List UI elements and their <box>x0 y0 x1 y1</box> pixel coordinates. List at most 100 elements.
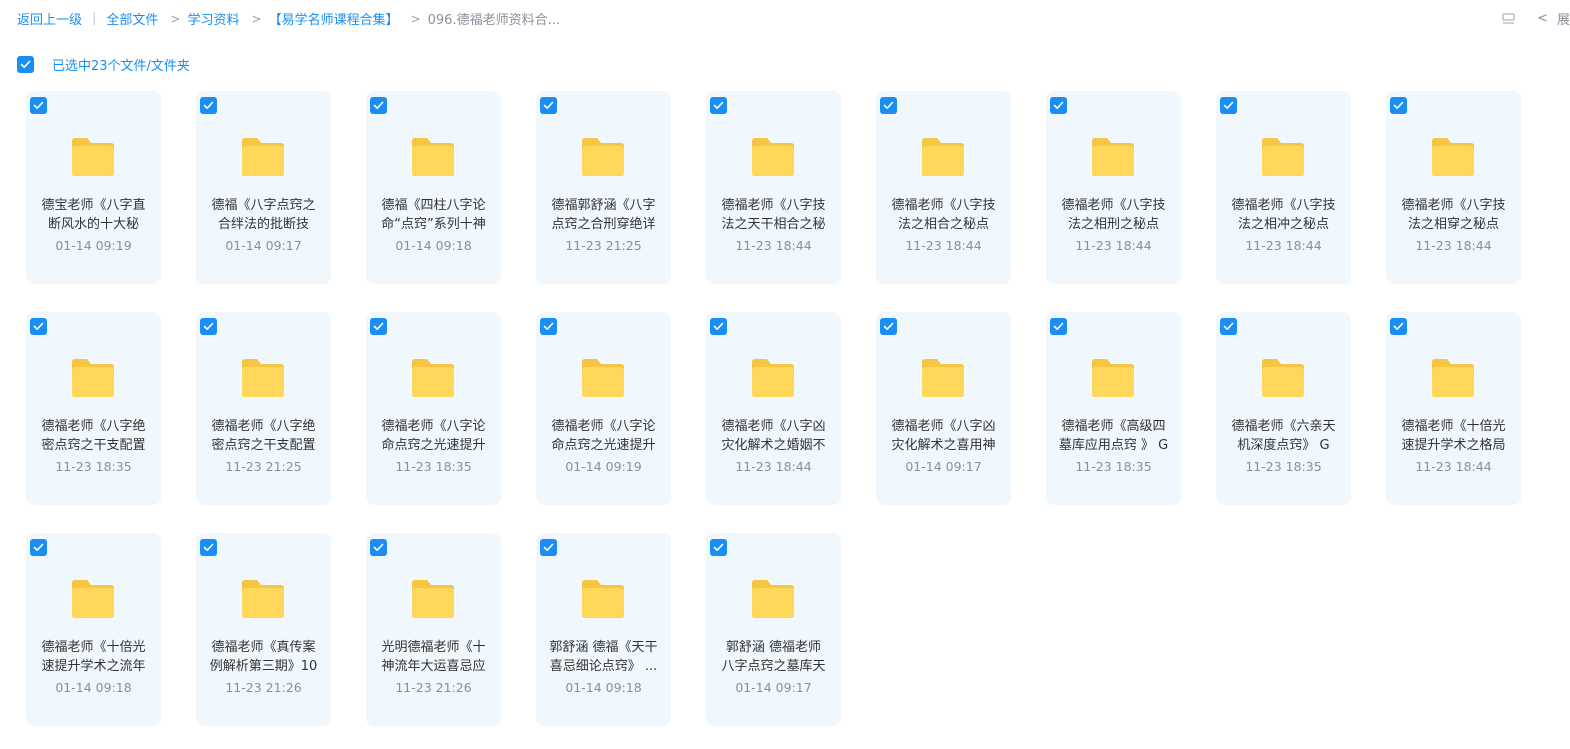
file-card[interactable]: 德宝老师《八字直断风水的十大秘 01-14 09:19 <box>26 91 161 284</box>
file-modified-time: 01-14 09:19 <box>565 459 642 474</box>
check-icon <box>373 543 384 551</box>
check-icon <box>1223 322 1234 330</box>
file-checkbox[interactable] <box>1390 318 1407 335</box>
file-name: 德福老师《八字凶灾化解术之喜用神 <box>891 419 996 453</box>
file-name: 德福老师《八字技法之相冲之秘点 <box>1231 198 1336 232</box>
file-checkbox[interactable] <box>200 539 217 556</box>
file-card[interactable]: 德福老师《高级四墓库应用点窍 》 G 11-23 18:35 <box>1046 312 1181 505</box>
file-card[interactable]: 德福老师《十倍光速提升学术之格局 11-23 18:44 <box>1386 312 1521 505</box>
select-all-row: 已选中23个文件/文件夹 <box>17 55 190 74</box>
folder-icon <box>752 580 794 618</box>
file-card[interactable]: 德福老师《八字绝密点窍之干支配置 11-23 18:35 <box>26 312 161 505</box>
folder-icon <box>242 359 284 397</box>
file-card[interactable]: 德福老师《八字技法之相穿之秘点 11-23 18:44 <box>1386 91 1521 284</box>
folder-icon <box>412 138 454 176</box>
folder-icon <box>72 359 114 397</box>
expand-label: 展 <box>1556 13 1570 28</box>
chevron-right-icon: > <box>410 11 421 26</box>
file-checkbox[interactable] <box>30 539 47 556</box>
breadcrumb-item-course-collection[interactable]: 【易学名师课程合集】 <box>269 9 399 28</box>
file-card[interactable]: 德福《八字点窍之合绊法的批断技 01-14 09:17 <box>196 91 331 284</box>
file-name: 德福老师《六亲天机深度点窍》 G <box>1231 419 1336 453</box>
file-card[interactable]: 德福老师《八字技法之相刑之秘点 11-23 18:44 <box>1046 91 1181 284</box>
file-card[interactable]: 德福老师《十倍光速提升学术之流年 01-14 09:18 <box>26 533 161 726</box>
breadcrumb-divider: | <box>92 11 97 26</box>
file-checkbox[interactable] <box>370 539 387 556</box>
toolbar: < 展 <box>1502 9 1570 28</box>
file-card[interactable]: 郭舒涵 德福《天干喜忌细论点窍》 ... 01-14 09:18 <box>536 533 671 726</box>
breadcrumb-current: 096.德福老师资料合... <box>427 13 560 28</box>
file-card[interactable]: 光明德福老师《十神流年大运喜忌应 11-23 21:26 <box>366 533 501 726</box>
folder-icon <box>412 359 454 397</box>
folder-icon <box>922 359 964 397</box>
check-icon <box>713 101 724 109</box>
file-modified-time: 11-23 21:25 <box>565 238 642 253</box>
file-checkbox[interactable] <box>540 97 557 114</box>
file-modified-time: 11-23 18:44 <box>1415 238 1492 253</box>
file-checkbox[interactable] <box>1050 97 1067 114</box>
file-modified-time: 11-23 18:44 <box>905 238 982 253</box>
folder-icon <box>1262 359 1304 397</box>
file-checkbox[interactable] <box>30 318 47 335</box>
check-icon <box>883 322 894 330</box>
file-card[interactable]: 德福老师《八字论命点窍之光速提升 11-23 18:35 <box>366 312 501 505</box>
file-modified-time: 11-23 18:35 <box>1075 459 1152 474</box>
list-view-icon[interactable] <box>1502 13 1515 24</box>
file-card[interactable]: 德福老师《八字凶灾化解术之婚姻不 11-23 18:44 <box>706 312 841 505</box>
file-name: 德福老师《八字技法之相穿之秘点 <box>1401 198 1506 232</box>
check-icon <box>1393 101 1404 109</box>
breadcrumb-item-all-files[interactable]: 全部文件 <box>106 9 158 28</box>
file-checkbox[interactable] <box>710 97 727 114</box>
file-name: 德福老师《十倍光速提升学术之流年 <box>41 640 146 674</box>
file-card[interactable]: 德福老师《八字技法之相冲之秘点 11-23 18:44 <box>1216 91 1351 284</box>
back-link[interactable]: 返回上一级 <box>17 9 82 28</box>
file-modified-time: 11-23 21:26 <box>225 680 302 695</box>
file-card[interactable]: 德福老师《八字论命点窍之光速提升 01-14 09:19 <box>536 312 671 505</box>
file-card[interactable]: 德福老师《真传案例解析第三期》10 11-23 21:26 <box>196 533 331 726</box>
file-checkbox[interactable] <box>1220 318 1237 335</box>
file-checkbox[interactable] <box>200 97 217 114</box>
file-checkbox[interactable] <box>880 318 897 335</box>
folder-icon <box>1092 359 1134 397</box>
file-name: 德福老师《八字技法之相刑之秘点 <box>1061 198 1166 232</box>
select-all-checkbox[interactable] <box>17 56 34 73</box>
check-icon <box>543 101 554 109</box>
check-icon <box>713 543 724 551</box>
file-checkbox[interactable] <box>370 97 387 114</box>
file-card[interactable]: 德福郭舒涵《八字点窍之合刑穿绝详 11-23 21:25 <box>536 91 671 284</box>
file-name: 德福老师《八字技法之天干相合之秘 <box>721 198 826 232</box>
file-checkbox[interactable] <box>710 539 727 556</box>
selection-count-label: 已选中23个文件/文件夹 <box>52 59 190 74</box>
file-name: 郭舒涵 德福老师 八字点窍之墓库天 <box>721 640 826 674</box>
check-icon <box>373 101 384 109</box>
file-name: 德宝老师《八字直断风水的十大秘 <box>41 198 146 232</box>
file-card[interactable]: 德福老师《八字凶灾化解术之喜用神 01-14 09:17 <box>876 312 1011 505</box>
file-checkbox[interactable] <box>540 539 557 556</box>
breadcrumb-item-study-materials[interactable]: 学习资料 <box>187 9 239 28</box>
file-card[interactable]: 德福老师《六亲天机深度点窍》 G 11-23 18:35 <box>1216 312 1351 505</box>
file-modified-time: 11-23 18:44 <box>735 238 812 253</box>
file-card[interactable]: 德福老师《八字技法之相合之秘点 11-23 18:44 <box>876 91 1011 284</box>
expand-panel-button[interactable]: < 展 <box>1537 9 1570 28</box>
file-checkbox[interactable] <box>540 318 557 335</box>
file-modified-time: 11-23 21:26 <box>395 680 472 695</box>
file-modified-time: 11-23 18:44 <box>1245 238 1322 253</box>
file-card[interactable]: 德福《四柱八字论命“点窍”系列十神 01-14 09:18 <box>366 91 501 284</box>
file-checkbox[interactable] <box>200 318 217 335</box>
file-checkbox[interactable] <box>370 318 387 335</box>
file-checkbox[interactable] <box>1390 97 1407 114</box>
file-card[interactable]: 郭舒涵 德福老师 八字点窍之墓库天 01-14 09:17 <box>706 533 841 726</box>
folder-icon <box>412 580 454 618</box>
file-checkbox[interactable] <box>30 97 47 114</box>
file-checkbox[interactable] <box>880 97 897 114</box>
folder-icon <box>582 359 624 397</box>
file-card[interactable]: 德福老师《八字技法之天干相合之秘 11-23 18:44 <box>706 91 841 284</box>
file-name: 德福老师《八字凶灾化解术之婚姻不 <box>721 419 826 453</box>
check-icon <box>203 101 214 109</box>
file-name: 德福《八字点窍之合绊法的批断技 <box>211 198 316 232</box>
file-checkbox[interactable] <box>710 318 727 335</box>
file-name: 德福老师《八字绝密点窍之干支配置 <box>211 419 316 453</box>
file-card[interactable]: 德福老师《八字绝密点窍之干支配置 11-23 21:25 <box>196 312 331 505</box>
file-checkbox[interactable] <box>1220 97 1237 114</box>
file-checkbox[interactable] <box>1050 318 1067 335</box>
